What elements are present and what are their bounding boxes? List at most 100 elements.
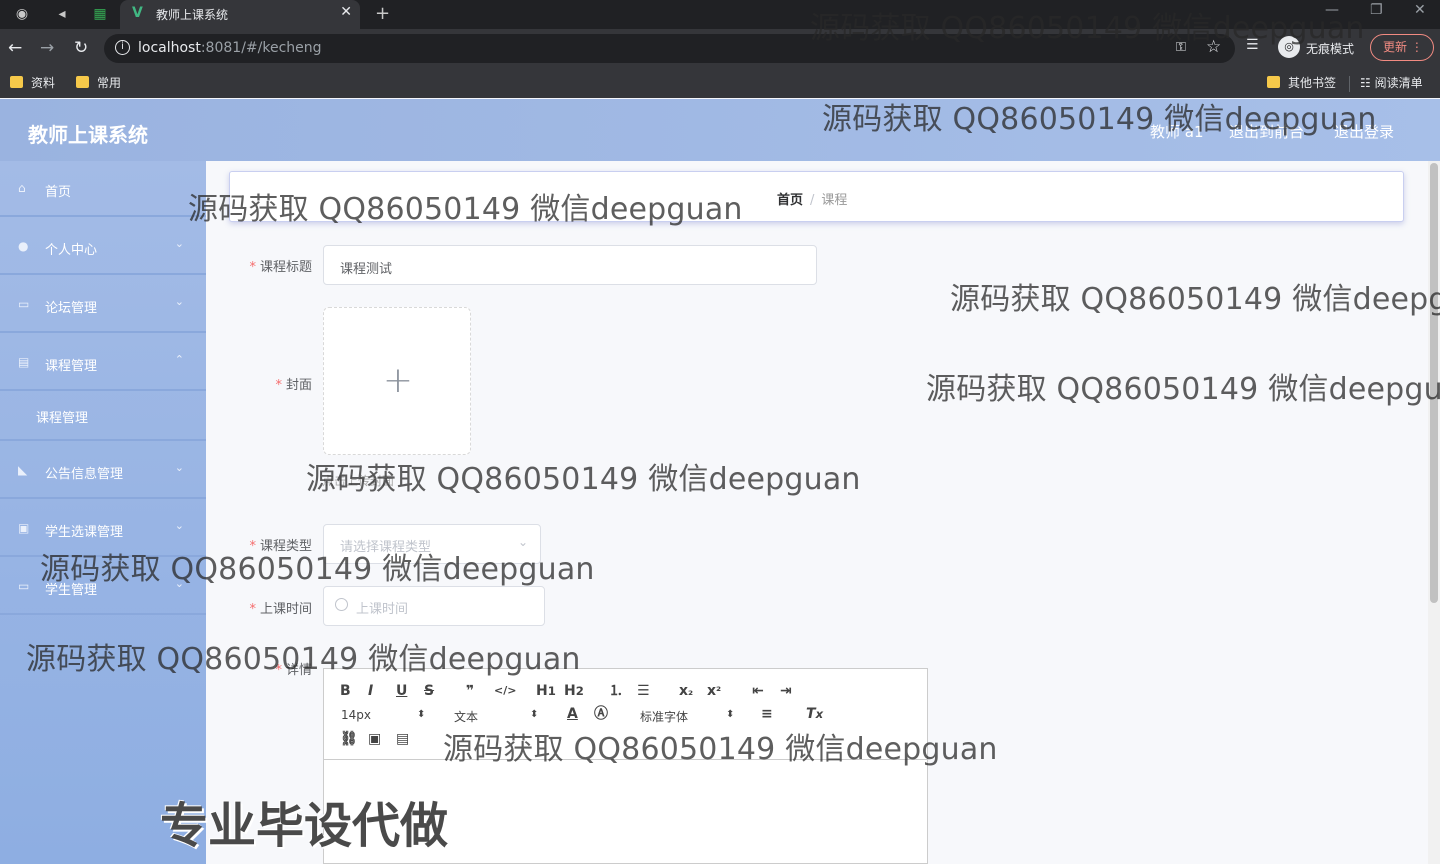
folder-icon	[1267, 76, 1280, 88]
incognito-icon[interactable]: ◎	[1278, 36, 1300, 58]
time-label: * 上课时间	[249, 598, 312, 617]
type-label-text: 课程类型	[259, 539, 312, 554]
logout-link[interactable]: 退出登录	[1334, 121, 1394, 142]
reload-icon[interactable]: ↻	[74, 38, 88, 58]
clear-format-icon[interactable]: Tx	[806, 705, 823, 723]
address-bar[interactable]: i localhost:8081/#/kecheng ⚿ ☆	[104, 34, 1235, 63]
strike-icon[interactable]: S	[424, 682, 434, 700]
subscript-icon[interactable]: x₂	[679, 682, 693, 700]
font-color-icon[interactable]: A	[567, 705, 578, 723]
heading2-icon[interactable]: H2	[564, 682, 584, 700]
updown-icon: ⬍	[417, 709, 426, 720]
bookmark-star-icon[interactable]: ☆	[1206, 37, 1221, 57]
link-icon[interactable]: ⛓	[340, 730, 358, 748]
cover-label: * 封面	[275, 374, 312, 393]
bold-icon[interactable]: B	[340, 682, 351, 700]
browser-tabbar: ◉ ◂ ▦ V 教师上课系统 ✕ + — ❐ ✕	[0, 0, 1440, 29]
bookmark-label: 资料	[31, 76, 56, 90]
exit-to-front-link[interactable]: 退出到前台	[1229, 121, 1304, 142]
sidebar-item-notice[interactable]: ◣ 公告信息管理 ⌄	[0, 443, 206, 499]
indent-icon[interactable]: ⇥	[780, 682, 792, 700]
sidebar-item-label: 首页	[45, 185, 72, 200]
update-button[interactable]: 更新 ⋮	[1370, 34, 1434, 61]
italic-icon[interactable]: I	[368, 682, 373, 700]
video-icon[interactable]: ▤	[396, 730, 409, 748]
sidebar-item-profile[interactable]: ● 个人中心 ⌄	[0, 219, 206, 275]
bookmark-item[interactable]: 常用	[76, 74, 121, 92]
user-icon: ●	[18, 239, 29, 253]
background-color-icon[interactable]: Ⓐ	[594, 705, 608, 723]
site-info-icon[interactable]: i	[115, 40, 130, 55]
superscript-icon[interactable]: x²	[707, 682, 721, 700]
reading-list[interactable]: ☷ 阅读清单	[1360, 74, 1423, 92]
close-window-icon[interactable]: ✕	[1414, 2, 1426, 18]
course-type-select[interactable]: 请选择课程类型 ⌄	[323, 524, 541, 564]
forum-icon: ▭	[18, 297, 30, 311]
heading1-icon[interactable]: H1	[536, 682, 556, 700]
sidebar-item-course-selection[interactable]: ▣ 学生选课管理 ⌄	[0, 501, 206, 557]
new-tab-icon[interactable]: +	[375, 3, 390, 24]
type-label: * 课程类型	[249, 535, 312, 554]
minimize-icon[interactable]: —	[1325, 2, 1339, 18]
code-block-icon[interactable]: </>	[494, 682, 516, 700]
sidebar-subitem-label: 课程管理	[36, 411, 89, 426]
font-size-picker[interactable]: 14px ⬍	[341, 708, 426, 722]
detail-label-text: 详情	[285, 663, 312, 678]
detail-label: * 详情	[275, 659, 312, 678]
bookmark-label: 常用	[97, 76, 122, 90]
bookmark-divider	[1349, 76, 1350, 92]
sidebar-item-students[interactable]: ▭ 学生管理 ⌄	[0, 559, 206, 615]
scroll-thumb[interactable]	[1430, 163, 1438, 603]
cover-upload-tip: 点击上传封面	[322, 474, 395, 488]
folder-icon	[10, 76, 23, 88]
breadcrumb: 首页 / 课程	[777, 189, 847, 208]
sidebar-subitem-course-manage[interactable]: 课程管理	[0, 391, 206, 441]
sidebar-item-course[interactable]: ▤ 课程管理 ⌃	[0, 335, 206, 391]
select-icon: ▣	[18, 521, 30, 535]
forward-icon[interactable]: →	[40, 38, 54, 58]
speaker-icon[interactable]: ◂	[52, 4, 72, 24]
breadcrumb-home[interactable]: 首页	[777, 193, 803, 208]
sheet-tab-icon[interactable]: ▦	[90, 4, 110, 24]
tab-close-icon[interactable]: ✕	[340, 4, 352, 20]
font-family-picker[interactable]: 标准字体 ⬍	[640, 708, 735, 725]
restore-icon[interactable]: ❐	[1370, 2, 1383, 18]
other-bookmarks[interactable]: 其他书签	[1267, 74, 1336, 92]
ordered-list-icon[interactable]: ⒈	[609, 682, 623, 700]
font-size-value: 14px	[341, 708, 371, 722]
outdent-icon[interactable]: ⇤	[752, 682, 764, 700]
cover-upload[interactable]: +	[323, 307, 471, 455]
image-icon[interactable]: ▣	[368, 730, 381, 748]
reading-list-icon[interactable]: ☰	[1246, 37, 1259, 53]
bookmarks-bar: 资料 常用 其他书签 ☷ 阅读清单	[0, 69, 1440, 98]
folder-icon	[76, 76, 89, 88]
class-time-picker[interactable]: 上课时间	[323, 586, 545, 626]
align-icon[interactable]: ≡	[761, 705, 773, 723]
blockquote-icon[interactable]: ❞	[466, 682, 474, 700]
course-title-input[interactable]: 课程测试	[323, 245, 817, 285]
sidebar-item-label: 公告信息管理	[45, 467, 124, 482]
underline-icon[interactable]: U	[396, 682, 407, 700]
required-mark: *	[275, 663, 282, 678]
chevron-down-icon: ⌄	[174, 577, 184, 590]
sidebar-item-label: 学生管理	[45, 583, 98, 598]
url-text[interactable]: localhost:8081/#/kecheng	[138, 40, 322, 56]
back-icon[interactable]: ←	[8, 38, 22, 58]
app-title: 教师上课系统	[28, 123, 148, 147]
incognito-label: 无痕模式	[1306, 42, 1355, 56]
title-label: * 课程标题	[249, 256, 312, 275]
active-tab[interactable]: V 教师上课系统 ✕	[120, 0, 360, 29]
header-picker[interactable]: 文本 ⬍	[454, 708, 539, 725]
header-value: 文本	[454, 710, 479, 724]
password-key-icon[interactable]: ⚿	[1176, 40, 1186, 55]
sidebar-item-label: 学生选课管理	[45, 525, 124, 540]
sidebar-item-forum[interactable]: ▭ 论坛管理 ⌄	[0, 277, 206, 333]
bookmark-item[interactable]: 资料	[10, 74, 55, 92]
chevron-up-icon: ⌃	[174, 353, 184, 366]
page-scrollbar[interactable]	[1428, 161, 1440, 864]
font-family-value: 标准字体	[640, 710, 689, 724]
bullet-list-icon[interactable]: ☰	[637, 682, 650, 700]
sidebar-item-home[interactable]: ⌂ 首页	[0, 161, 206, 217]
required-mark: *	[249, 602, 256, 617]
plus-icon: +	[382, 360, 414, 401]
